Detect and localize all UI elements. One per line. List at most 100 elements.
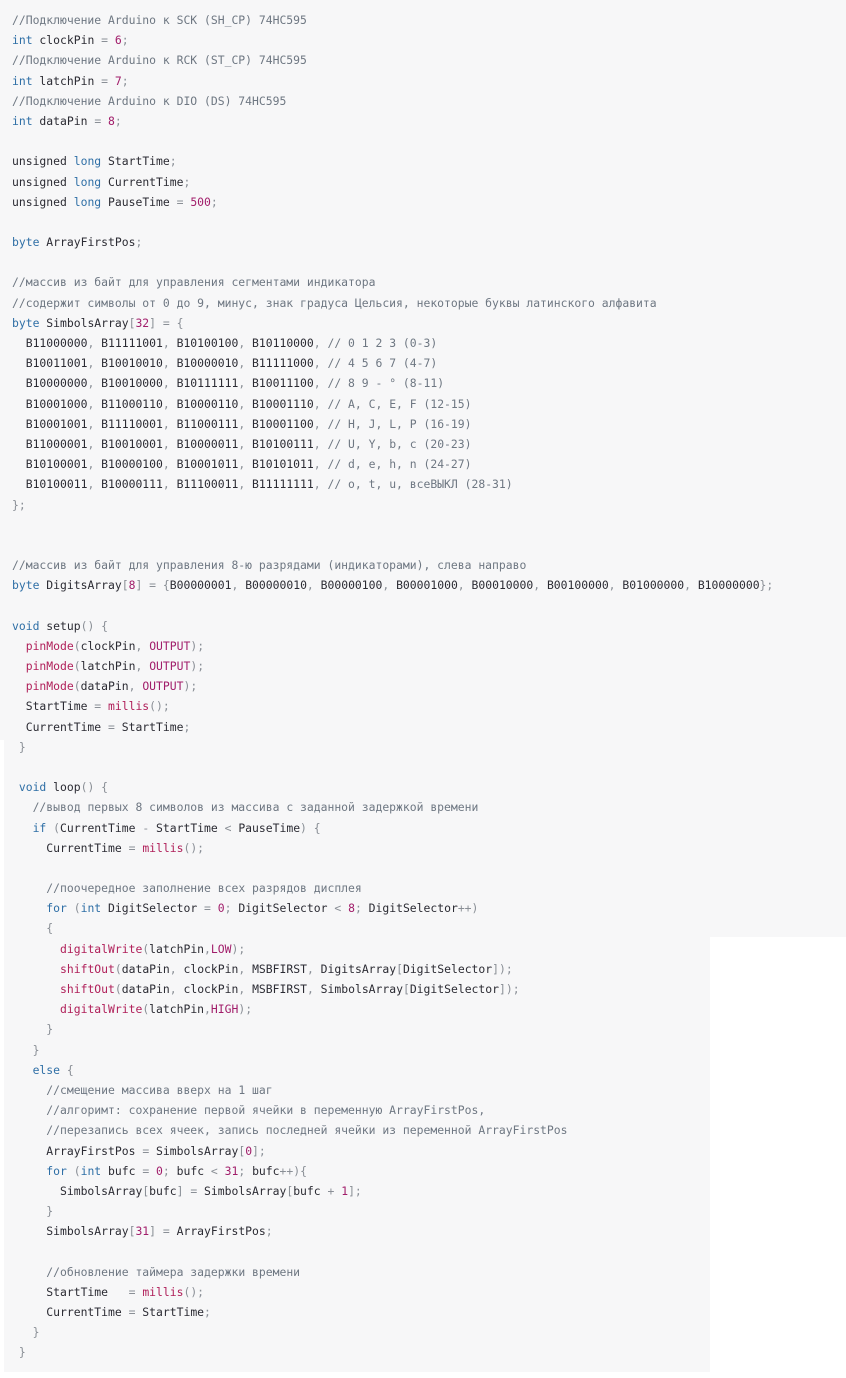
- code-token: DigitSelector: [361, 901, 458, 916]
- code-token: ;: [183, 174, 191, 189]
- code-token: CurrentTime: [60, 820, 143, 835]
- code-line: pinMode(clockPin, OUTPUT);: [12, 636, 773, 656]
- code-token: ;: [183, 719, 191, 734]
- code-token: B10100111: [245, 436, 314, 451]
- code-token: {: [66, 1062, 74, 1077]
- code-token: ++){: [279, 1163, 307, 1178]
- code-line: unsigned long StartTime;: [12, 151, 773, 171]
- code-token: );: [190, 638, 205, 653]
- code-token: {: [101, 780, 109, 795]
- code-token: ,: [313, 416, 321, 431]
- code-token: OUTPUT: [142, 679, 184, 694]
- code-token: B10100001: [12, 457, 88, 472]
- code-token: StartTime: [101, 154, 170, 169]
- code-token: B00010000: [464, 578, 534, 593]
- code-line: //содержит символы от 0 до 9, минус, зна…: [12, 293, 773, 313]
- code-token: //массив из байт для управления 8-ю разр…: [12, 558, 527, 573]
- code-token: ,: [313, 336, 321, 350]
- code-token: long: [73, 174, 102, 189]
- code-token: }: [32, 1325, 40, 1340]
- code-token: // d, e, h, n (24-27): [327, 457, 472, 472]
- code-line: shiftOut(dataPin, clockPin, MSBFIRST, Si…: [12, 979, 773, 999]
- code-token: dataPin: [80, 679, 129, 694]
- code-line: //массив из байт для управления 8-ю разр…: [12, 555, 773, 575]
- code-token: (: [114, 982, 122, 996]
- code-line: //вывод первых 8 символов из массива с з…: [12, 797, 773, 817]
- code-token: byte: [12, 315, 40, 330]
- code-token: ]: [149, 1224, 157, 1239]
- code-token: DigitSelector: [409, 982, 499, 996]
- code-line: byte ArrayFirstPos;: [12, 232, 773, 252]
- code-token: bufc: [245, 1163, 280, 1178]
- code-token: ,: [313, 477, 321, 492]
- code-token: DigitSelector: [402, 961, 493, 976]
- code-token: 7: [114, 73, 122, 88]
- code-line: int latchPin = 7;: [12, 71, 773, 91]
- code-token: // A, C, E, F (12-15): [327, 396, 472, 411]
- code-token: digitalWrite: [60, 1002, 143, 1017]
- code-token: unsigned: [12, 154, 74, 169]
- code-token: DigitsArray: [313, 961, 397, 976]
- code-token: SimbolsArray: [313, 982, 403, 996]
- code-token: StartTime: [114, 719, 184, 734]
- code-token: ();: [183, 1284, 205, 1299]
- code-line: //Подключение Arduino к SCK (SH_CP) 74HC…: [12, 10, 773, 30]
- code-token: StartTime: [12, 699, 95, 714]
- code-token: B01000000: [615, 578, 685, 593]
- code-token: (: [114, 961, 122, 976]
- code-token: B10011100: [245, 376, 314, 391]
- code-token: //Подключение Arduino к RCK (ST_CP) 74HC…: [12, 53, 307, 68]
- code-token: (: [73, 659, 81, 673]
- code-token: B10000000: [690, 578, 760, 593]
- code-token: dataPin: [32, 113, 95, 128]
- code-token: pinMode: [25, 659, 74, 673]
- code-token: B11000111: [169, 416, 239, 431]
- code-line: unsigned long CurrentTime;: [12, 172, 773, 192]
- code-token: ();: [183, 840, 205, 855]
- code-token: DigitSelector: [231, 901, 335, 916]
- code-token: {: [46, 921, 54, 936]
- code-line: }: [12, 1322, 773, 1342]
- code-token: B11111111: [245, 477, 314, 492]
- code-token: millis: [142, 840, 184, 855]
- code-token: B10100011: [12, 477, 88, 492]
- code-token: B00000010: [238, 578, 307, 593]
- code-line: byte SimbolsArray[32] = {: [12, 313, 773, 333]
- code-token: B10110000: [245, 336, 314, 350]
- code-token: ;: [210, 194, 218, 209]
- code-token: =: [101, 33, 109, 48]
- code-token: B10010010: [94, 356, 163, 371]
- code-token: [: [396, 961, 403, 976]
- code-token: ,: [162, 457, 170, 472]
- code-token: PauseTime: [231, 820, 301, 835]
- code-line: B11000001, B10010001, B10000011, B101001…: [12, 434, 773, 454]
- code-token: int: [12, 73, 33, 88]
- code-token: (: [73, 1163, 81, 1178]
- code-token: [: [402, 982, 410, 996]
- code-token: //перезапись всех ячеек, запись последне…: [46, 1123, 568, 1138]
- code-token: B10000010: [169, 356, 239, 371]
- code-token: 31: [224, 1163, 239, 1178]
- code-line: pinMode(latchPin, OUTPUT);: [12, 656, 773, 676]
- code-token: DigitsArray: [39, 578, 122, 593]
- code-line: void loop() {: [12, 777, 773, 797]
- code-token: byte: [12, 235, 40, 250]
